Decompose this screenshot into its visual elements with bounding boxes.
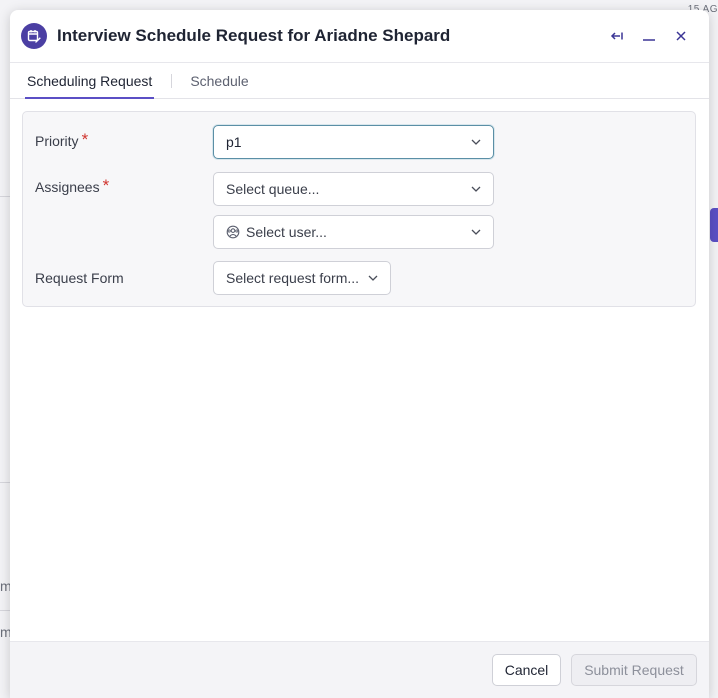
minimize-icon: [643, 39, 655, 41]
assignees-label: Assignees *: [35, 176, 110, 199]
user-placeholder: Select user...: [246, 224, 327, 240]
tab-schedule[interactable]: Schedule: [188, 63, 250, 98]
queue-select[interactable]: Select queue...: [213, 172, 494, 206]
user-group-icon: [226, 225, 240, 239]
priority-select[interactable]: p1: [213, 125, 494, 159]
tab-bar: Scheduling Request Schedule: [10, 63, 709, 99]
request-form-select[interactable]: Select request form...: [213, 261, 391, 295]
background-divider: [0, 196, 10, 197]
modal-footer: Cancel Submit Request: [10, 641, 709, 698]
tab-scheduling-request[interactable]: Scheduling Request: [25, 63, 155, 99]
modal-title: Interview Schedule Request for Ariadne S…: [57, 26, 451, 45]
priority-label-text: Priority: [35, 133, 79, 149]
tab-separator: [171, 73, 173, 88]
background-add-button[interactable]: [710, 208, 718, 242]
calendar-edit-icon: [21, 23, 47, 49]
chevron-down-icon: [469, 225, 483, 239]
arrow-left-bar-icon: [610, 32, 623, 40]
chevron-down-icon: [366, 271, 380, 285]
chevron-down-icon: [469, 182, 483, 196]
required-mark: *: [102, 176, 110, 195]
required-mark: *: [81, 130, 89, 149]
close-icon: [676, 31, 686, 41]
background-divider: [0, 482, 10, 483]
request-form-placeholder: Select request form...: [226, 270, 360, 286]
priority-label: Priority *: [35, 130, 89, 153]
queue-placeholder: Select queue...: [226, 181, 320, 197]
submit-request-button[interactable]: Submit Request: [571, 654, 697, 686]
chevron-down-icon: [469, 135, 483, 149]
collapse-button[interactable]: [601, 20, 633, 52]
cancel-button[interactable]: Cancel: [492, 654, 561, 686]
minimize-button[interactable]: [633, 20, 665, 52]
user-select[interactable]: Select user...: [213, 215, 494, 249]
priority-value: p1: [226, 134, 242, 150]
modal-header: Interview Schedule Request for Ariadne S…: [10, 10, 709, 63]
close-button[interactable]: [665, 20, 697, 52]
interview-schedule-modal: Interview Schedule Request for Ariadne S…: [10, 10, 709, 698]
background-divider: [0, 610, 10, 611]
request-form-label: Request Form: [35, 270, 124, 286]
assignees-label-text: Assignees: [35, 179, 100, 195]
scheduling-form: Priority * p1 Assignees * Select queue...: [22, 111, 696, 307]
